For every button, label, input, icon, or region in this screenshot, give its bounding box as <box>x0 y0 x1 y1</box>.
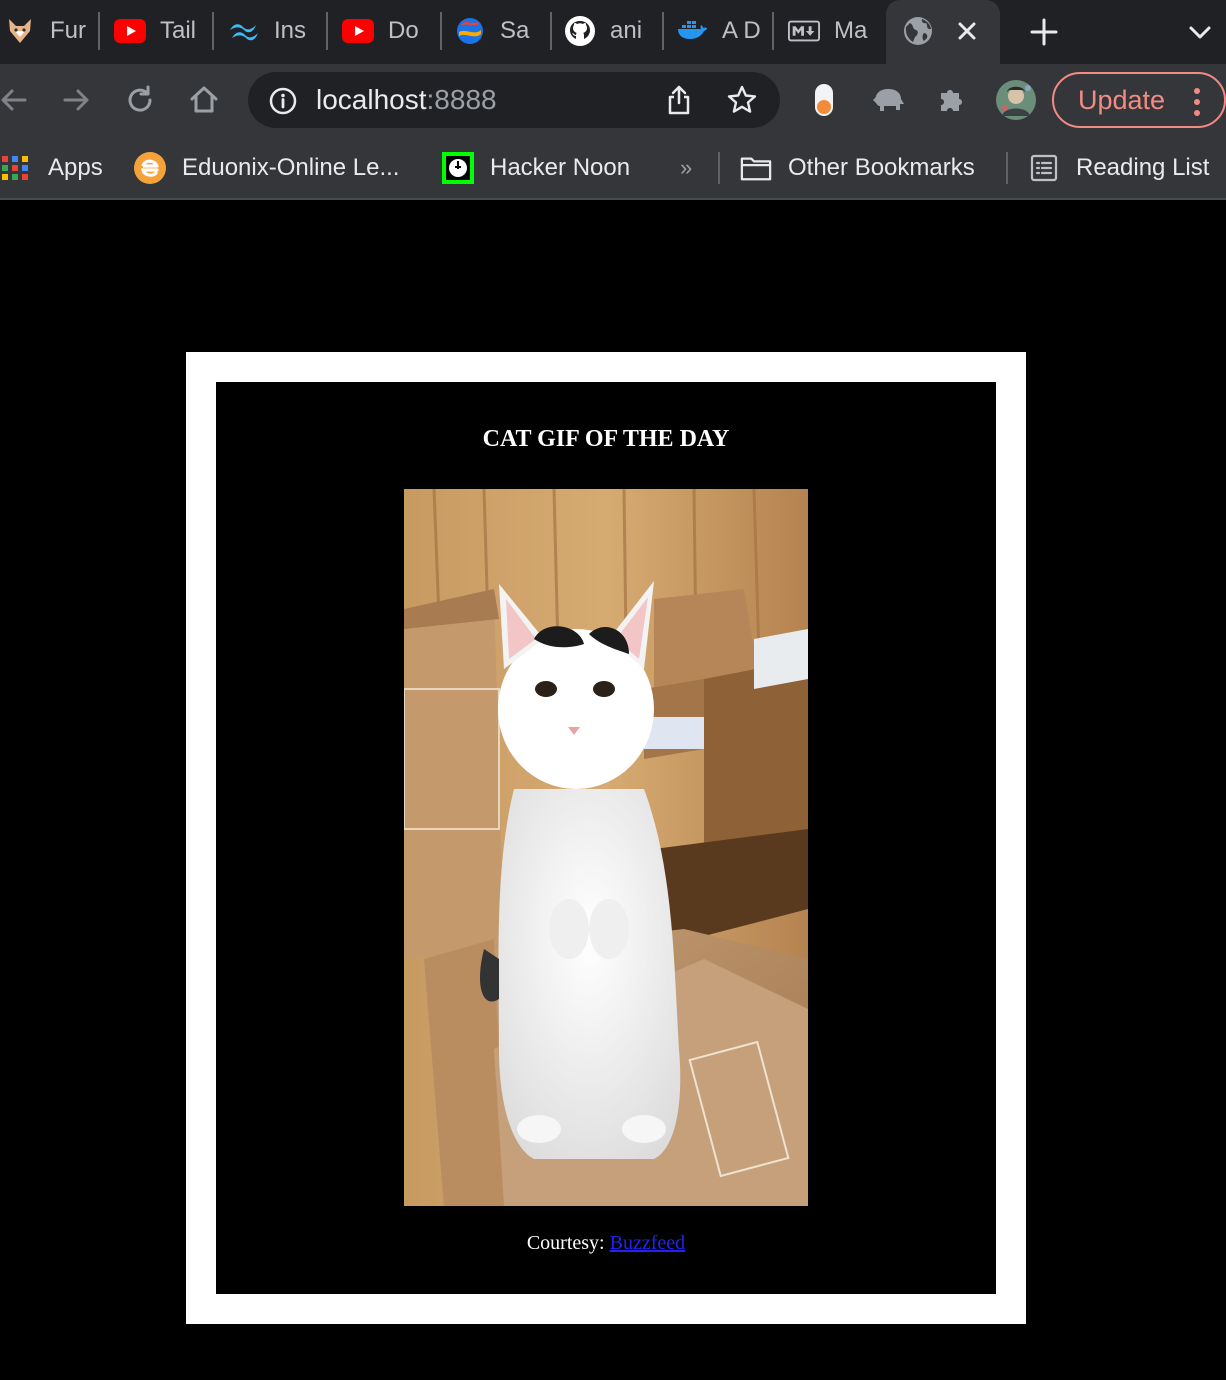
url-text: localhost:8888 <box>316 84 497 116</box>
tab-title: Ma <box>834 17 868 44</box>
courtesy-label: Courtesy: <box>526 1232 605 1254</box>
tab-title: ani <box>610 17 643 44</box>
address-bar[interactable]: localhost:8888 <box>248 72 780 128</box>
card-content: CAT GIF OF THE DAY Courtesy: Buzzfeed <box>216 382 996 1294</box>
tab-8[interactable]: Ma <box>788 0 874 62</box>
update-label: Update <box>1078 85 1166 115</box>
docker-icon <box>676 15 708 47</box>
tab-separator <box>772 12 774 50</box>
bookmark-label: Apps <box>48 154 103 181</box>
eduonix-icon <box>134 152 166 184</box>
tab-title: Do <box>388 17 419 44</box>
courtesy-caption: Courtesy: Buzzfeed <box>216 1232 996 1255</box>
bookmark-separator <box>1006 152 1008 184</box>
tab-5[interactable]: Sa <box>454 0 540 62</box>
info-icon[interactable] <box>268 86 298 121</box>
tab-2[interactable]: Tail <box>114 0 200 62</box>
bookmarks-bar: Apps Eduonix-Online Le... Hacker Noon » … <box>0 136 1226 200</box>
tab-search-button[interactable] <box>1184 16 1216 48</box>
puzzle-icon <box>941 90 962 111</box>
tab-1[interactable]: Fur <box>4 0 90 62</box>
bookmark-separator <box>718 152 720 184</box>
tab-strip: Fur Tail Ins Do Sa ani A D Ma <box>0 0 1226 64</box>
update-button[interactable]: Update <box>1052 72 1226 128</box>
chevron-down-icon <box>1189 26 1211 39</box>
tab-title: Sa <box>500 17 530 44</box>
avatar-icon <box>996 80 1036 120</box>
reload-button[interactable] <box>120 80 160 120</box>
home-button[interactable] <box>184 80 224 120</box>
arrow-left-icon <box>1 89 27 111</box>
fox-icon <box>4 15 36 47</box>
reload-icon <box>128 85 152 112</box>
bookmark-other[interactable]: Other Bookmarks <box>740 150 975 186</box>
tab-title: A D <box>722 17 761 44</box>
tailwind-icon <box>228 15 260 47</box>
forward-button[interactable] <box>56 80 96 120</box>
page-viewport: CAT GIF OF THE DAY Courtesy: Buzzfeed <box>0 202 1226 1380</box>
toggle-extension-icon <box>815 84 833 116</box>
reading-list-icon <box>1028 152 1060 184</box>
chevron-double-right-icon: » <box>680 155 693 180</box>
bookmark-apps[interactable]: Apps <box>0 150 103 186</box>
bookmark-label: Other Bookmarks <box>788 154 975 181</box>
page-title: CAT GIF OF THE DAY <box>482 426 730 452</box>
bookmarks-overflow-button[interactable]: » <box>680 150 692 186</box>
arrow-right-icon <box>63 89 89 111</box>
more-menu-icon[interactable] <box>1190 84 1204 136</box>
youtube-icon <box>342 15 374 47</box>
bookmark-eduonix[interactable]: Eduonix-Online Le... <box>134 150 399 186</box>
plus-icon <box>1030 18 1058 46</box>
home-icon <box>190 86 218 113</box>
tab-active[interactable] <box>886 0 1000 64</box>
apps-grid-icon <box>0 152 32 184</box>
markdown-icon <box>788 15 820 47</box>
bookmark-label: Eduonix-Online Le... <box>182 154 400 181</box>
bookmark-hacker-noon[interactable]: Hacker Noon <box>442 150 630 186</box>
buzzfeed-link[interactable]: Buzzfeed <box>610 1232 686 1254</box>
tab-title: Fur <box>50 17 86 44</box>
profile-avatar[interactable] <box>996 80 1036 120</box>
tab-3[interactable]: Ins <box>228 0 314 62</box>
extension-toggle-button[interactable] <box>804 80 844 120</box>
tab-separator <box>326 12 328 50</box>
toolbar: localhost:8888 Update <box>0 64 1226 136</box>
globe-color-icon <box>454 15 486 47</box>
bookmark-label: Reading List <box>1076 154 1210 181</box>
tab-separator <box>440 12 442 50</box>
bookmark-reading-list[interactable]: Reading List <box>1028 150 1209 186</box>
folder-icon <box>740 152 772 184</box>
card-frame: CAT GIF OF THE DAY Courtesy: Buzzfeed <box>186 352 1026 1324</box>
cat-gif-image <box>404 489 808 1206</box>
tab-separator <box>550 12 552 50</box>
extensions-button[interactable] <box>932 80 972 120</box>
tab-separator <box>98 12 100 50</box>
github-icon <box>564 15 596 47</box>
hacker-noon-icon <box>442 152 474 184</box>
back-button[interactable] <box>0 80 34 120</box>
tab-4[interactable]: Do <box>342 0 428 62</box>
share-icon[interactable] <box>664 84 694 121</box>
tab-title: Ins <box>274 17 307 44</box>
youtube-icon <box>114 15 146 47</box>
tab-7[interactable]: A D <box>676 0 762 62</box>
star-icon[interactable] <box>726 84 758 121</box>
globe-icon <box>902 15 934 52</box>
tab-6[interactable]: ani <box>564 0 650 62</box>
bookmark-label: Hacker Noon <box>490 154 631 181</box>
elephant-extension-button[interactable] <box>868 80 908 120</box>
elephant-icon <box>873 89 904 111</box>
url-port: :8888 <box>426 84 497 115</box>
url-host: localhost <box>316 84 427 115</box>
tab-title: Tail <box>160 17 197 44</box>
tab-separator <box>212 12 214 50</box>
close-tab-icon[interactable] <box>952 16 982 51</box>
tab-separator <box>662 12 664 50</box>
new-tab-button[interactable] <box>1026 14 1062 50</box>
